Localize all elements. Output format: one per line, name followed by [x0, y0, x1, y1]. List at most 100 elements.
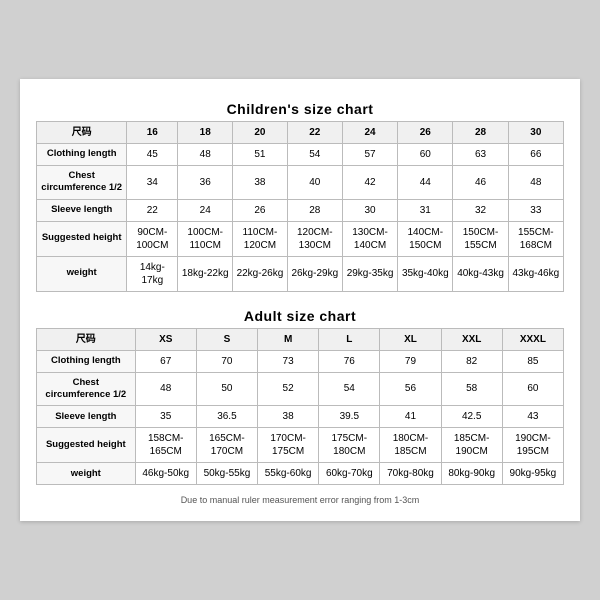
adult-row-0: Clothing length67707376798285 — [37, 350, 564, 372]
adult-row-1: Chest circumference 1/248505254565860 — [37, 372, 564, 406]
adult-col-header-6: XXL — [441, 328, 502, 350]
children-col-header-1: 16 — [127, 121, 178, 143]
children-cell-3-0: 90CM-100CM — [127, 221, 178, 256]
children-row-0: Clothing length4548515457606366 — [37, 143, 564, 165]
children-col-header-3: 20 — [233, 121, 288, 143]
adult-cell-0-3: 76 — [319, 350, 380, 372]
adult-cell-2-1: 36.5 — [196, 406, 257, 428]
adult-cell-1-3: 54 — [319, 372, 380, 406]
adult-col-header-4: L — [319, 328, 380, 350]
children-col-header-7: 28 — [453, 121, 508, 143]
adult-cell-1-4: 56 — [380, 372, 441, 406]
children-col-header-0: 尺码 — [37, 121, 127, 143]
children-cell-2-6: 32 — [453, 199, 508, 221]
adult-cell-4-4: 70kg-80kg — [380, 463, 441, 485]
children-row-label-1: Chest circumference 1/2 — [37, 165, 127, 199]
children-cell-0-6: 63 — [453, 143, 508, 165]
children-cell-1-0: 34 — [127, 165, 178, 199]
adult-cell-4-3: 60kg-70kg — [319, 463, 380, 485]
adult-size-table: 尺码XSSMLXLXXLXXXL Clothing length67707376… — [36, 328, 564, 486]
adult-cell-0-4: 79 — [380, 350, 441, 372]
adult-cell-1-1: 50 — [196, 372, 257, 406]
children-cell-1-5: 44 — [398, 165, 453, 199]
children-cell-0-5: 60 — [398, 143, 453, 165]
adult-cell-3-1: 165CM-170CM — [196, 428, 257, 463]
adult-cell-0-1: 70 — [196, 350, 257, 372]
children-cell-1-1: 36 — [178, 165, 233, 199]
adult-cell-4-5: 80kg-90kg — [441, 463, 502, 485]
adult-cell-3-6: 190CM-195CM — [502, 428, 563, 463]
children-cell-0-7: 66 — [508, 143, 563, 165]
children-row-label-4: weight — [37, 256, 127, 291]
adult-cell-2-0: 35 — [135, 406, 196, 428]
children-row-label-2: Sleeve length — [37, 199, 127, 221]
children-cell-0-2: 51 — [233, 143, 288, 165]
adult-cell-4-6: 90kg-95kg — [502, 463, 563, 485]
children-cell-0-4: 57 — [342, 143, 397, 165]
children-cell-3-1: 100CM-110CM — [178, 221, 233, 256]
children-cell-3-6: 150CM-155CM — [453, 221, 508, 256]
adult-row-label-4: weight — [37, 463, 136, 485]
adult-cell-2-2: 38 — [258, 406, 319, 428]
adult-cell-3-2: 170CM-175CM — [258, 428, 319, 463]
children-cell-0-3: 54 — [287, 143, 342, 165]
adult-cell-3-3: 175CM-180CM — [319, 428, 380, 463]
children-cell-1-4: 42 — [342, 165, 397, 199]
children-cell-3-5: 140CM-150CM — [398, 221, 453, 256]
adult-col-header-7: XXXL — [502, 328, 563, 350]
children-col-header-8: 30 — [508, 121, 563, 143]
children-row-3: Suggested height90CM-100CM100CM-110CM110… — [37, 221, 564, 256]
adult-row-label-1: Chest circumference 1/2 — [37, 372, 136, 406]
adult-row-4: weight46kg-50kg50kg-55kg55kg-60kg60kg-70… — [37, 463, 564, 485]
children-cell-4-2: 22kg-26kg — [233, 256, 288, 291]
children-cell-4-5: 35kg-40kg — [398, 256, 453, 291]
size-chart-card: Children's size chart 尺码1618202224262830… — [20, 79, 580, 521]
adult-cell-0-5: 82 — [441, 350, 502, 372]
children-cell-4-4: 29kg-35kg — [342, 256, 397, 291]
adult-cell-2-6: 43 — [502, 406, 563, 428]
children-size-table: 尺码1618202224262830 Clothing length454851… — [36, 121, 564, 292]
adult-cell-4-0: 46kg-50kg — [135, 463, 196, 485]
adult-chart-title: Adult size chart — [36, 302, 564, 328]
adult-cell-1-6: 60 — [502, 372, 563, 406]
children-row-4: weight14kg-17kg18kg-22kg22kg-26kg26kg-29… — [37, 256, 564, 291]
adult-cell-2-5: 42.5 — [441, 406, 502, 428]
adult-cell-3-4: 180CM-185CM — [380, 428, 441, 463]
children-cell-4-1: 18kg-22kg — [178, 256, 233, 291]
children-cell-2-0: 22 — [127, 199, 178, 221]
children-col-header-5: 24 — [342, 121, 397, 143]
children-cell-3-2: 110CM-120CM — [233, 221, 288, 256]
adult-cell-0-0: 67 — [135, 350, 196, 372]
children-cell-2-4: 30 — [342, 199, 397, 221]
adult-cell-2-4: 41 — [380, 406, 441, 428]
children-cell-4-0: 14kg-17kg — [127, 256, 178, 291]
adult-col-header-1: XS — [135, 328, 196, 350]
adult-row-label-3: Suggested height — [37, 428, 136, 463]
children-col-header-4: 22 — [287, 121, 342, 143]
children-cell-1-6: 46 — [453, 165, 508, 199]
adult-cell-1-0: 48 — [135, 372, 196, 406]
adult-cell-3-0: 158CM-165CM — [135, 428, 196, 463]
children-cell-2-3: 28 — [287, 199, 342, 221]
children-cell-3-3: 120CM-130CM — [287, 221, 342, 256]
adult-row-2: Sleeve length3536.53839.54142.543 — [37, 406, 564, 428]
children-cell-2-5: 31 — [398, 199, 453, 221]
children-row-2: Sleeve length2224262830313233 — [37, 199, 564, 221]
children-cell-4-6: 40kg-43kg — [453, 256, 508, 291]
adult-cell-0-2: 73 — [258, 350, 319, 372]
children-col-header-6: 26 — [398, 121, 453, 143]
children-cell-0-1: 48 — [178, 143, 233, 165]
children-col-header-2: 18 — [178, 121, 233, 143]
adult-cell-1-5: 58 — [441, 372, 502, 406]
adult-col-header-5: XL — [380, 328, 441, 350]
children-row-1: Chest circumference 1/23436384042444648 — [37, 165, 564, 199]
children-row-label-3: Suggested height — [37, 221, 127, 256]
adult-row-3: Suggested height158CM-165CM165CM-170CM17… — [37, 428, 564, 463]
children-cell-3-7: 155CM-168CM — [508, 221, 563, 256]
children-cell-3-4: 130CM-140CM — [342, 221, 397, 256]
adult-cell-0-6: 85 — [502, 350, 563, 372]
children-row-label-0: Clothing length — [37, 143, 127, 165]
measurement-note: Due to manual ruler measurement error ra… — [36, 495, 564, 505]
adult-cell-4-1: 50kg-55kg — [196, 463, 257, 485]
adult-col-header-2: S — [196, 328, 257, 350]
